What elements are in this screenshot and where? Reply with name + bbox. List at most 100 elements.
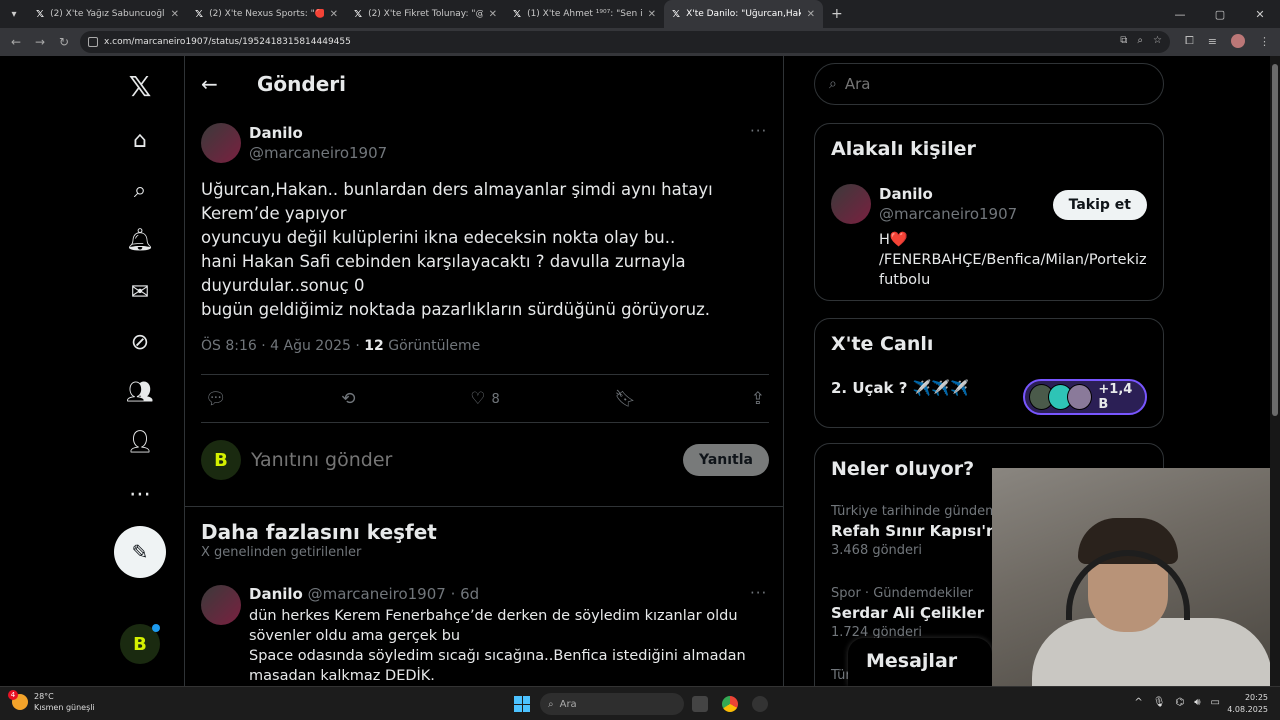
reload-icon[interactable]: ↻ xyxy=(52,35,76,49)
profile-icon[interactable]: 👤︎ xyxy=(122,424,158,460)
listener-avatar xyxy=(1067,384,1093,410)
taskbar-search-icon: ⌕ xyxy=(548,698,554,710)
task-view-icon[interactable] xyxy=(692,696,708,712)
share-icon[interactable]: ⇪ xyxy=(751,389,765,409)
webcam-overlay xyxy=(992,468,1280,686)
browser-tab[interactable]: 𝕏(2) X'te Nexus Sports: "🔴 Beni✕ xyxy=(187,0,346,28)
forward-nav-icon[interactable]: → xyxy=(28,35,52,49)
taskbar-clock[interactable]: 20:25 4.08.2025 xyxy=(1227,692,1268,716)
scrollbar-thumb[interactable] xyxy=(1272,64,1278,416)
more-options-icon[interactable]: ··· xyxy=(750,122,767,140)
related-tweet-header: Danilo @marcaneiro1907 · 6d xyxy=(249,585,479,603)
live-topic[interactable]: 2. Uçak ? ✈️✈️✈️ xyxy=(831,379,969,397)
reply-icon[interactable]: 💬︎ xyxy=(205,389,227,409)
trends-title: Neler oluyor? xyxy=(831,458,975,480)
messages-drawer[interactable]: Mesajlar xyxy=(848,638,992,686)
system-tray: ^ 🎙︎ ⌬ 🔊︎ ▭ xyxy=(1134,697,1220,708)
close-tab-icon[interactable]: ✕ xyxy=(807,9,815,20)
related-person-avatar[interactable] xyxy=(831,184,871,224)
repost-icon[interactable]: ⟲ xyxy=(341,389,355,409)
browser-menu-icon[interactable]: ⋮ xyxy=(1259,35,1270,48)
messages-mail-icon[interactable]: ✉ xyxy=(122,274,158,310)
more-icon[interactable]: ⋯ xyxy=(122,476,158,512)
close-tab-icon[interactable]: ✕ xyxy=(489,9,497,20)
minimize-icon[interactable]: — xyxy=(1160,8,1200,21)
grok-icon[interactable]: ⊘ xyxy=(122,324,158,360)
browser-tab[interactable]: 𝕏(2) X'te Yağız Sabuncuoğlu: "@✕ xyxy=(28,0,187,28)
back-arrow-icon[interactable]: ← xyxy=(201,72,257,96)
taskbar-search[interactable]: ⌕ Ara xyxy=(540,693,684,715)
home-icon[interactable]: ⌂ xyxy=(122,122,158,158)
discover-subtitle: X genelinden getirilenler xyxy=(201,545,362,560)
related-person-name[interactable]: Danilo xyxy=(879,185,1017,203)
site-info-icon[interactable] xyxy=(88,37,98,47)
like-button[interactable]: ♡ 8 xyxy=(470,389,500,409)
tweet-views-count: 12 xyxy=(364,338,384,354)
related-tweet-name[interactable]: Danilo xyxy=(249,585,303,603)
like-count: 8 xyxy=(491,391,500,407)
browser-tab-active[interactable]: 𝕏X'te Danilo: "Uğurcan,Hakan.. b✕ xyxy=(664,0,823,28)
x-tab-icon: 𝕏 xyxy=(36,8,45,20)
live-listeners-pill[interactable]: +1,4 B xyxy=(1023,379,1147,415)
start-windows-icon[interactable] xyxy=(514,696,530,712)
network-icon[interactable]: ⌬ xyxy=(1176,697,1185,708)
tab-search-icon[interactable]: ▾ xyxy=(0,0,28,28)
related-tweet-handle[interactable]: @marcaneiro1907 · 6d xyxy=(308,585,480,603)
related-person-handle[interactable]: @marcaneiro1907 xyxy=(879,205,1017,223)
url-field[interactable]: x.com/marcaneiro1907/status/195241831581… xyxy=(80,31,1170,53)
close-window-icon[interactable]: ✕ xyxy=(1240,8,1280,21)
notifications-bell-icon[interactable]: 🔔︎ xyxy=(122,222,158,258)
tweet-time[interactable]: ÖS 8:16 · 4 Ağu 2025 · xyxy=(201,338,364,354)
listener-count: +1,4 B xyxy=(1098,382,1133,412)
app-icon[interactable] xyxy=(752,696,768,712)
tweet-author-handle[interactable]: @marcaneiro1907 xyxy=(249,144,387,162)
close-tab-icon[interactable]: ✕ xyxy=(171,9,179,20)
zoom-icon[interactable]: ⌕ xyxy=(1137,35,1143,46)
new-tab-icon[interactable]: + xyxy=(823,6,851,22)
profile-avatar[interactable] xyxy=(1231,34,1245,48)
main-column: ← Gönderi Danilo @marcaneiro1907 ··· Uğu… xyxy=(184,56,784,686)
battery-icon[interactable]: ▭ xyxy=(1211,697,1220,708)
browser-tab[interactable]: 𝕏(1) X'te Ahmet ¹⁹⁰⁷: "Sen istiyor✕ xyxy=(505,0,664,28)
maximize-icon[interactable]: ▢ xyxy=(1200,8,1240,21)
close-tab-icon[interactable]: ✕ xyxy=(648,9,656,20)
reply-input[interactable] xyxy=(251,449,683,471)
trend-item[interactable]: Spor · Gündemdekiler Serdar Ali Çelikler… xyxy=(831,586,984,640)
tweet-author-name[interactable]: Danilo xyxy=(249,124,387,142)
chrome-icon[interactable] xyxy=(722,696,738,712)
related-people-title: Alakalı kişiler xyxy=(831,138,976,160)
explore-search-icon[interactable]: ⌕ xyxy=(122,172,158,208)
reply-submit-button[interactable]: Yanıtla xyxy=(682,444,769,476)
follow-button[interactable]: Takip et xyxy=(1052,190,1147,220)
search-icon: ⌕ xyxy=(829,76,837,92)
reading-list-icon[interactable]: ≡ xyxy=(1208,35,1217,48)
extensions-icon[interactable]: ⧠ xyxy=(1185,34,1194,48)
close-tab-icon[interactable]: ✕ xyxy=(330,9,338,20)
weather-temp: 28°C xyxy=(34,692,54,701)
communities-icon[interactable]: 👥︎ xyxy=(122,374,158,410)
x-logo-icon[interactable]: 𝕏 xyxy=(122,68,158,104)
weather-desc: Kısmen güneşli xyxy=(34,703,95,712)
divider xyxy=(201,374,769,375)
install-icon[interactable]: ⧉ xyxy=(1120,35,1127,46)
search-input[interactable] xyxy=(844,75,1039,93)
tray-chevron-icon[interactable]: ^ xyxy=(1134,697,1142,708)
compose-post-button[interactable]: ✎ xyxy=(114,526,166,578)
related-tweet-text: dün herkes Kerem Fenerbahçe’de derken de… xyxy=(249,608,746,684)
related-tweet-avatar[interactable] xyxy=(201,585,241,625)
page-scrollbar[interactable] xyxy=(1270,56,1280,686)
weather-widget[interactable]: 4 28°C Kısmen güneşli xyxy=(8,690,95,713)
browser-tab[interactable]: 𝕏(2) X'te Fikret Tolunay: "@10eni✕ xyxy=(346,0,505,28)
volume-icon[interactable]: 🔊︎ xyxy=(1194,697,1200,708)
bookmark-icon[interactable]: 🔖︎ xyxy=(614,389,636,409)
related-more-icon[interactable]: ··· xyxy=(750,584,767,602)
related-people-card: Alakalı kişiler Danilo @marcaneiro1907 T… xyxy=(814,123,1164,301)
mic-icon[interactable]: 🎙︎ xyxy=(1153,697,1166,708)
bookmark-star-icon[interactable]: ☆ xyxy=(1153,35,1162,46)
tweet-author-avatar[interactable] xyxy=(201,123,241,163)
browser-toolbar-right: ⧠ ≡ ⋮ xyxy=(1185,34,1270,48)
weather-badge: 4 xyxy=(8,690,18,700)
x-tab-icon: 𝕏 xyxy=(354,8,363,20)
search-box[interactable]: ⌕ xyxy=(814,63,1164,105)
back-nav-icon[interactable]: ← xyxy=(4,35,28,49)
